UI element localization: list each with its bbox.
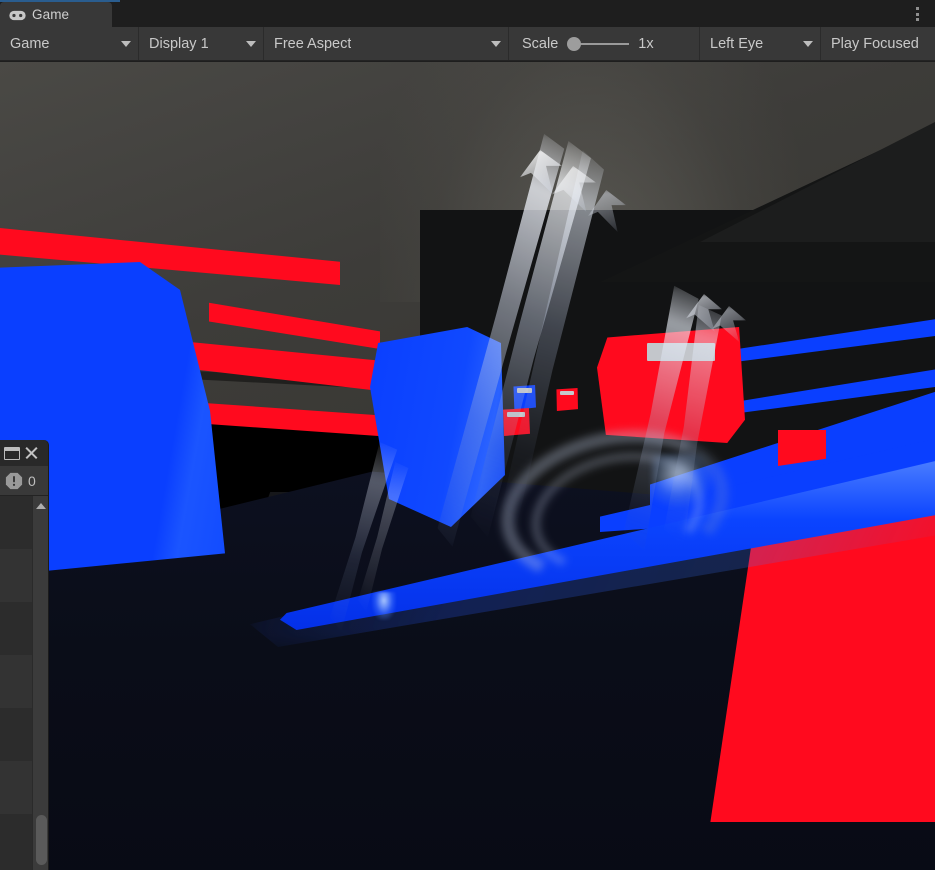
chevron-down-icon <box>803 40 813 47</box>
blue-note-small <box>513 385 536 410</box>
eye-selector-label: Left Eye <box>710 35 764 52</box>
display-selector-dropdown[interactable]: Display 1 <box>139 27 263 60</box>
play-focused-label: Play Focused <box>831 35 919 52</box>
tab-game-label: Game <box>32 7 70 22</box>
aspect-ratio-label: Free Aspect <box>274 35 352 52</box>
scale-value: 1x <box>638 35 654 52</box>
red-note-small-b <box>556 388 578 411</box>
console-title-bar <box>0 440 48 466</box>
chevron-down-icon <box>246 40 256 47</box>
gamepad-icon <box>9 9 26 21</box>
note-arrow-mark <box>559 390 575 396</box>
console-toolbar: 0 <box>0 466 48 496</box>
display-selector-label: Display 1 <box>149 35 209 52</box>
console-window-overlay: 0 <box>0 440 49 870</box>
game-selector-dropdown[interactable]: Game <box>0 27 138 60</box>
chevron-down-icon <box>491 40 501 47</box>
blue-saber-tip <box>372 592 396 620</box>
eye-selector-dropdown[interactable]: Left Eye <box>700 27 820 60</box>
kebab-menu-icon[interactable] <box>910 5 924 23</box>
tab-game[interactable]: Game <box>0 2 112 27</box>
maximize-window-icon[interactable] <box>4 446 20 460</box>
game-selector-label: Game <box>10 35 50 52</box>
scale-label: Scale <box>522 35 559 52</box>
red-note-small-a <box>503 408 530 436</box>
scrollbar-thumb[interactable] <box>36 815 47 865</box>
close-icon[interactable] <box>24 446 38 460</box>
scale-slider-knob[interactable] <box>567 36 582 51</box>
scale-slider[interactable] <box>567 36 630 51</box>
note-arrow-mark <box>647 343 716 361</box>
error-badge-icon[interactable] <box>5 472 23 490</box>
chevron-down-icon <box>121 40 131 47</box>
console-vertical-scrollbar[interactable] <box>32 496 48 870</box>
scale-slider-group: Scale 1x <box>509 27 699 60</box>
aspect-ratio-dropdown[interactable]: Free Aspect <box>264 27 508 60</box>
console-error-count: 0 <box>28 472 36 489</box>
unity-game-view-window: Game Game Display 1 Free Aspect Scale 1x… <box>0 0 935 870</box>
note-arrow-mark <box>507 411 526 417</box>
window-tab-bar: Game <box>0 0 935 27</box>
note-arrow-mark <box>516 388 532 393</box>
game-view-toolbar: Game Display 1 Free Aspect Scale 1x Left… <box>0 27 935 61</box>
play-focused-toggle[interactable]: Play Focused <box>821 27 929 60</box>
red-note-large <box>597 327 745 443</box>
console-message-list[interactable] <box>0 496 48 870</box>
scale-slider-track <box>574 42 630 45</box>
game-render-viewport[interactable] <box>0 62 935 870</box>
scroll-up-arrow-icon[interactable] <box>36 503 46 509</box>
